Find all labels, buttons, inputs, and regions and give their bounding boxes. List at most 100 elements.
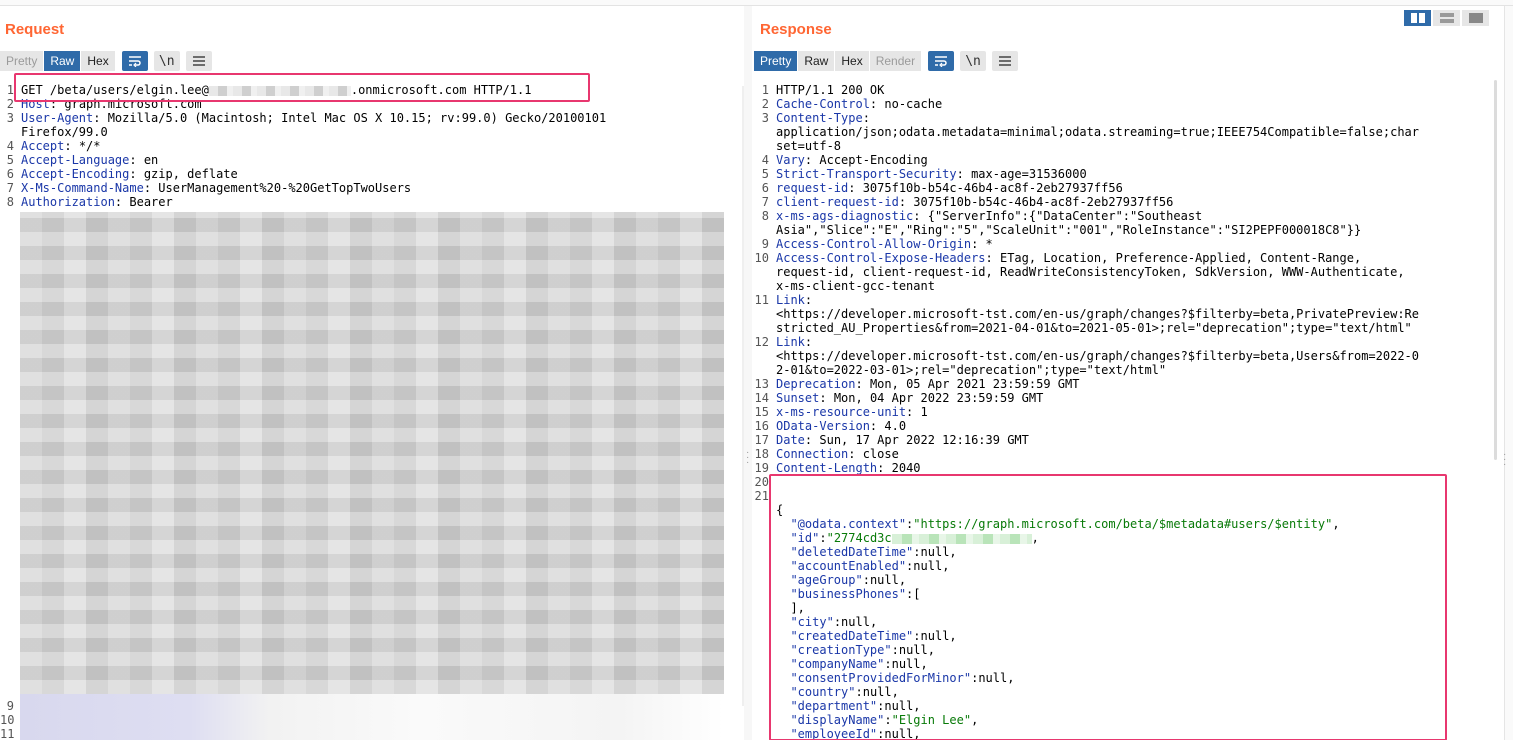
line-number: 11 xyxy=(754,293,769,307)
line-text: Accept: */* xyxy=(21,139,101,153)
code-line: 5 Accept-Language: en xyxy=(0,153,744,167)
header-value: x-ms-client-gcc-tenant xyxy=(776,279,935,293)
line-number: 10 xyxy=(0,713,15,727)
header-name: User-Agent xyxy=(21,111,94,125)
newline-toggle-icon[interactable]: \n xyxy=(153,51,180,71)
response-tab-render[interactable]: Render xyxy=(869,51,922,71)
code-line: 1 HTTP/1.1 200 OK xyxy=(752,83,1504,97)
header-value: Asia","Slice":"E","Ring":"5","ScaleUnit"… xyxy=(776,223,1362,237)
header-value: no-cache xyxy=(877,97,943,111)
line-text: HTTP/1.1 200 OK xyxy=(776,83,884,97)
code-line: 8 x-ms-ags-diagnostic: {"ServerInfo":{"Da… xyxy=(752,209,1504,223)
response-body-highlight xyxy=(769,474,1447,740)
code-line: 18 Connection: close xyxy=(752,447,1504,461)
line-text: Content-Length: 2040 xyxy=(776,461,921,475)
header-name: x-ms-ags-diagnostic xyxy=(776,209,914,223)
line-text: X-Ms-Command-Name: UserManagement%20-%20… xyxy=(21,181,412,195)
line-text: Deprecation: Mon, 05 Apr 2021 23:59:59 G… xyxy=(776,377,1080,391)
code-line: 9 Access-Control-Allow-Origin: * xyxy=(752,237,1504,251)
header-value: ETag, Location, Preference-Applied, Cont… xyxy=(992,251,1362,265)
line-text: Access-Control-Allow-Origin: * xyxy=(776,237,993,251)
code-line: x-ms-client-gcc-tenant xyxy=(752,279,1504,293)
line-text: set=utf-8 xyxy=(776,139,841,153)
layout-side-by-side-icon[interactable] xyxy=(1404,10,1431,26)
code-line: 5 Strict-Transport-Security: max-age=3153… xyxy=(752,167,1504,181)
line-number: 6 xyxy=(6,167,14,181)
code-line: <https://developer.microsoft-tst.com/en-… xyxy=(752,349,1504,363)
line-number: 10 xyxy=(754,251,769,265)
line-text: client-request-id: 3075f10b-b54c-46b4-ac… xyxy=(776,195,1174,209)
newline-toggle-icon[interactable]: \n xyxy=(960,51,987,71)
header-name: Link xyxy=(776,293,805,307)
line-number: 2 xyxy=(6,97,14,111)
code-line: 8 Authorization: Bearer xyxy=(0,195,744,209)
line-text: x-ms-client-gcc-tenant xyxy=(776,279,935,293)
header-value: Mon, 05 Apr 2021 23:59:59 GMT xyxy=(862,377,1080,391)
line-text: Access-Control-Expose-Headers: ETag, Loc… xyxy=(776,251,1362,265)
line-text: Authorization: Bearer xyxy=(21,195,173,209)
header-value: Accept-Encoding xyxy=(812,153,928,167)
line-number: 12 xyxy=(754,335,769,349)
line-text: x-ms-ags-diagnostic: {"ServerInfo":{"Dat… xyxy=(776,209,1203,223)
header-name: Vary xyxy=(776,153,805,167)
code-line: stricted_AU_Properties&from=2021-04-01&t… xyxy=(752,321,1504,335)
edge-handle-icon[interactable]: · · · xyxy=(1503,450,1506,470)
header-value: <https://developer.microsoft-tst.com/en-… xyxy=(776,307,1419,321)
line-number: 5 xyxy=(761,167,769,181)
header-value: 3075f10b-b54c-46b4-ac8f-2eb27937ff56 xyxy=(906,195,1174,209)
pane-divider[interactable] xyxy=(744,6,752,740)
header-value: {"ServerInfo":{"DataCenter":"Southeast xyxy=(920,209,1203,223)
code-line: 16 OData-Version: 4.0 xyxy=(752,419,1504,433)
header-name: Authorization xyxy=(21,195,115,209)
header-value: Mon, 04 Apr 2022 23:59:59 GMT xyxy=(826,391,1044,405)
code-line: Asia","Slice":"E","Ring":"5","ScaleUnit"… xyxy=(752,223,1504,237)
line-number: 8 xyxy=(761,209,769,223)
menu-icon[interactable] xyxy=(992,51,1019,71)
code-line: request-id, client-request-id, ReadWrite… xyxy=(752,265,1504,279)
code-line: <https://developer.microsoft-tst.com/en-… xyxy=(752,307,1504,321)
header-name: Access-Control-Expose-Headers xyxy=(776,251,986,265)
request-tab-hex[interactable]: Hex xyxy=(81,51,115,71)
line-number: 11 xyxy=(0,727,15,740)
header-value: gzip, deflate xyxy=(136,167,238,181)
layout-stacked-icon[interactable] xyxy=(1433,10,1460,26)
line-number: 5 xyxy=(6,153,14,167)
menu-icon[interactable] xyxy=(185,51,212,71)
header-value: application/json;odata.metadata=minimal;… xyxy=(776,125,1419,139)
line-text: Accept-Language: en xyxy=(21,153,159,167)
wrap-lines-icon[interactable] xyxy=(928,51,955,71)
request-tab-pretty[interactable]: Pretty xyxy=(0,51,44,71)
header-value: 3075f10b-b54c-46b4-ac8f-2eb27937ff56 xyxy=(855,181,1123,195)
code-line: application/json;odata.metadata=minimal;… xyxy=(752,125,1504,139)
response-toolbar: Pretty Raw Hex Render \n xyxy=(754,50,1019,72)
code-line: 3 User-Agent: Mozilla/5.0 (Macintosh; Int… xyxy=(0,111,744,125)
line-number: 4 xyxy=(6,139,14,153)
redacted-bottom-block xyxy=(20,694,724,740)
request-tab-raw[interactable]: Raw xyxy=(44,51,81,71)
code-line: 12 Link: xyxy=(752,335,1504,349)
response-tab-raw[interactable]: Raw xyxy=(798,51,835,71)
header-name: x-ms-resource-unit xyxy=(776,405,907,419)
line-number: 6 xyxy=(761,181,769,195)
line-text: request-id: 3075f10b-b54c-46b4-ac8f-2eb2… xyxy=(776,181,1123,195)
line-text: OData-Version: 4.0 xyxy=(776,419,907,433)
line-number: 17 xyxy=(754,433,769,447)
header-value: 2-01&to=2022-03-01>;rel="deprecation";ty… xyxy=(776,363,1167,377)
response-scrollbar[interactable] xyxy=(1494,80,1497,460)
line-text: request-id, client-request-id, ReadWrite… xyxy=(776,265,1405,279)
header-name: Content-Length xyxy=(776,461,878,475)
request-pane: Request Pretty Raw Hex \n 1 GET /beta/use… xyxy=(0,6,744,740)
divider-handle-icon[interactable]: · · · xyxy=(746,448,749,468)
wrap-lines-icon[interactable] xyxy=(121,51,148,71)
line-text: Sunset: Mon, 04 Apr 2022 23:59:59 GMT xyxy=(776,391,1044,405)
line-text: <https://developer.microsoft-tst.com/en-… xyxy=(776,307,1419,321)
layout-single-icon[interactable] xyxy=(1462,10,1489,26)
line-number: 14 xyxy=(754,391,769,405)
response-tab-pretty[interactable]: Pretty xyxy=(754,51,798,71)
code-line: 4 Accept: */* xyxy=(0,139,744,153)
header-name: Sunset xyxy=(776,391,820,405)
line-number: 8 xyxy=(6,195,14,209)
response-tab-hex[interactable]: Hex xyxy=(835,51,869,71)
line-text: Content-Type: xyxy=(776,111,870,125)
line-number: 3 xyxy=(761,111,769,125)
